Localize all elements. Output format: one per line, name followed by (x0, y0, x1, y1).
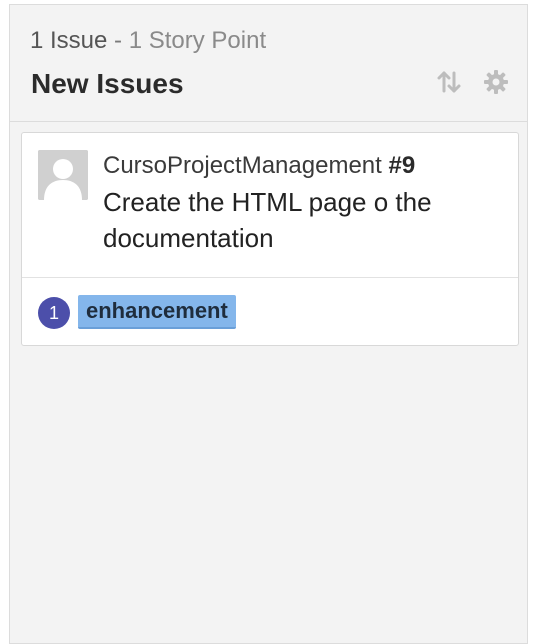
column-summary: 1 Issue - 1 Story Point (30, 26, 266, 56)
avatar[interactable] (38, 150, 88, 200)
column-title: New Issues (31, 68, 184, 99)
sort-arrows-icon (437, 71, 461, 93)
default-avatar-icon (38, 150, 88, 200)
column-header: 1 Issue - 1 Story Point New Issues (10, 5, 527, 122)
issue-number[interactable]: #9 (388, 152, 415, 179)
issue-card-footer: 1 enhancement (22, 278, 518, 346)
issue-card[interactable]: CursoProjectManagement #9 Create the HTM… (21, 132, 519, 346)
sort-button[interactable] (436, 69, 462, 95)
summary-separator: - (107, 27, 129, 54)
repo-name[interactable]: CursoProjectManagement (103, 152, 382, 179)
issue-card-body: CursoProjectManagement #9 Create the HTM… (22, 133, 518, 278)
issue-repo-line: CursoProjectManagement #9 (103, 150, 415, 182)
story-point-count: 1 Story Point (128, 27, 267, 54)
label-enhancement[interactable]: enhancement (78, 295, 236, 329)
issue-title[interactable]: Create the HTML page o the documentation (103, 184, 503, 256)
gear-icon (484, 70, 508, 94)
issue-count: 1 Issue (30, 27, 108, 54)
settings-button[interactable] (483, 69, 509, 95)
board-column: 1 Issue - 1 Story Point New Issues Curso… (9, 4, 528, 644)
story-points-badge: 1 (38, 297, 70, 329)
